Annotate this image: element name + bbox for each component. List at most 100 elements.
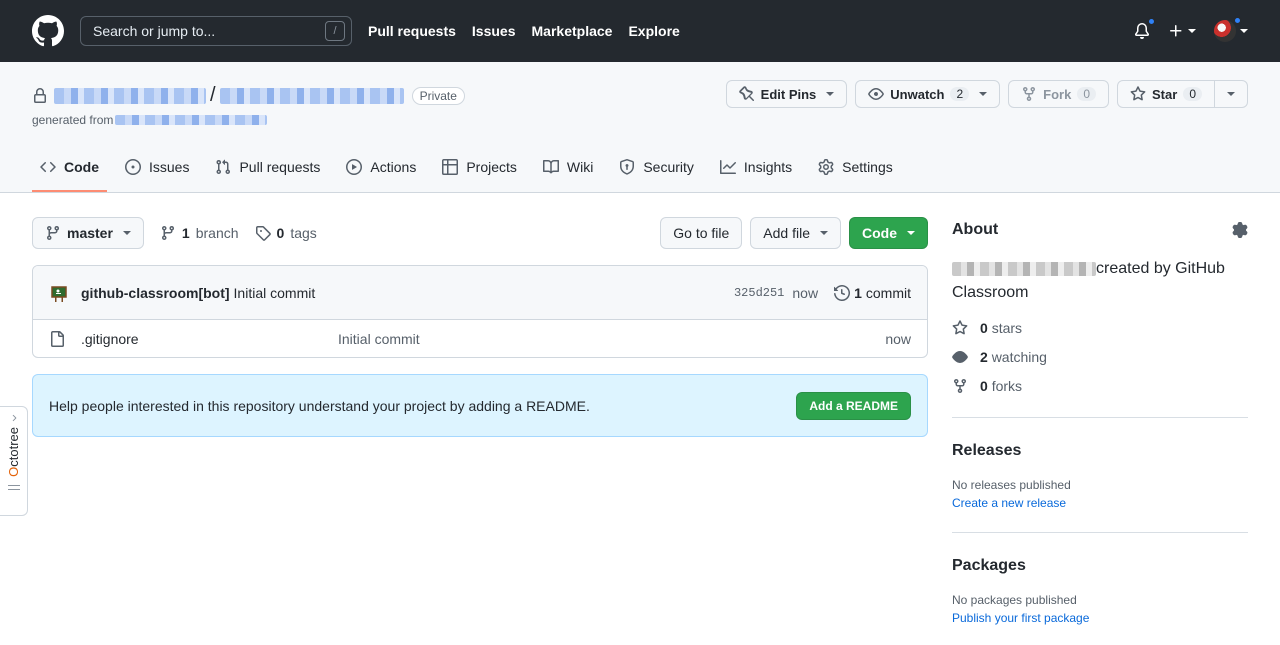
add-readme-button[interactable]: Add a README	[796, 391, 911, 420]
packages-title[interactable]: Packages	[952, 557, 1248, 575]
tab-insights[interactable]: Insights	[712, 144, 800, 192]
tab-label: Actions	[370, 159, 417, 175]
eye-icon	[868, 88, 885, 100]
fork-label: Fork	[1043, 86, 1072, 102]
avatar	[1214, 20, 1236, 42]
create-release-link[interactable]: Create a new release	[952, 496, 1248, 510]
branch-select-button[interactable]: master	[32, 217, 144, 249]
tab-issues[interactable]: Issues	[117, 144, 197, 192]
issue-icon	[125, 159, 141, 175]
add-file-label: Add file	[763, 225, 810, 241]
notifications-button[interactable]	[1134, 17, 1156, 39]
tab-projects[interactable]: Projects	[434, 144, 525, 192]
divider	[952, 417, 1248, 418]
tab-settings[interactable]: Settings	[810, 144, 901, 192]
stars-label: stars	[991, 320, 1023, 336]
commits-link[interactable]: 1 commit	[834, 285, 911, 301]
divider	[952, 532, 1248, 533]
file-actions: Go to file Add file Code	[660, 217, 928, 249]
file-age: now	[885, 330, 911, 347]
forks-label: forks	[991, 378, 1023, 394]
nav-pull-requests[interactable]: Pull requests	[368, 23, 456, 39]
repo-title: / Private	[32, 84, 465, 107]
create-new-button[interactable]	[1168, 23, 1196, 39]
tag-count: 0	[276, 225, 285, 241]
branches-link[interactable]: 1 branch	[160, 225, 239, 241]
star-counter: 0	[1183, 87, 1202, 101]
nav-explore[interactable]: Explore	[628, 23, 679, 39]
repo-header: / Private generated from Edit Pins Unwat…	[0, 62, 1280, 193]
table-row[interactable]: .gitignore Initial commit now	[33, 320, 927, 357]
code-label: Code	[862, 225, 897, 241]
go-to-file-button[interactable]: Go to file	[660, 217, 743, 249]
chevron-right-icon	[12, 414, 16, 422]
tab-actions[interactable]: Actions	[338, 144, 424, 192]
star-button[interactable]: Star 0	[1117, 80, 1215, 108]
chevron-down-icon	[1188, 29, 1196, 33]
tab-pull-requests[interactable]: Pull requests	[207, 144, 328, 192]
watchers-link[interactable]: 2 watching	[952, 348, 1248, 366]
gear-icon[interactable]	[1232, 222, 1248, 238]
code-dropdown-button[interactable]: Code	[849, 217, 928, 249]
star-lists-button[interactable]	[1215, 80, 1248, 108]
github-logo-icon[interactable]	[32, 15, 64, 47]
readme-banner: Help people interested in this repositor…	[32, 374, 928, 437]
tab-code[interactable]: Code	[32, 144, 107, 192]
branch-icon	[161, 226, 174, 241]
repo-owner-link[interactable]	[54, 87, 206, 104]
repo-name-link[interactable]	[219, 87, 404, 104]
user-menu-button[interactable]	[1214, 16, 1248, 42]
commit-author[interactable]: github-classroom[bot]	[81, 285, 230, 301]
status-indicator	[1233, 16, 1242, 25]
path-separator: /	[210, 84, 216, 106]
table-icon	[442, 159, 459, 175]
chevron-down-icon	[122, 231, 131, 235]
plus-icon	[1170, 25, 1182, 37]
file-icon	[51, 330, 64, 347]
tab-wiki[interactable]: Wiki	[535, 144, 601, 192]
tags-link[interactable]: 0 tags	[255, 225, 317, 241]
octotree-label-prefix: O	[6, 466, 21, 477]
releases-title[interactable]: Releases	[952, 442, 1248, 460]
history-icon	[834, 284, 851, 301]
commit-message[interactable]: Initial commit	[234, 285, 316, 301]
tab-label: Issues	[149, 159, 190, 175]
edit-pins-label: Edit Pins	[760, 86, 817, 102]
file-commit-message[interactable]: Initial commit	[338, 331, 420, 347]
tab-security[interactable]: Security	[611, 144, 702, 192]
nav-marketplace[interactable]: Marketplace	[532, 23, 613, 39]
code-icon	[40, 161, 56, 173]
fork-button[interactable]: Fork 0	[1008, 80, 1110, 108]
unwatch-button[interactable]: Unwatch 2	[855, 80, 1001, 108]
octotree-sidebar-toggle[interactable]: Octotree	[0, 406, 28, 516]
search-input[interactable]: Search or jump to... /	[80, 16, 352, 46]
file-name[interactable]: .gitignore	[81, 331, 338, 347]
commit-count: 1	[854, 284, 862, 301]
about-title: About	[952, 221, 999, 238]
nav-issues[interactable]: Issues	[472, 23, 516, 39]
branch-bar: master 1 branch 0 tags Go to file Add fi…	[32, 217, 928, 249]
chevron-down-icon	[979, 92, 988, 96]
top-nav: Pull requests Issues Marketplace Explore	[368, 23, 696, 39]
branch-icon	[46, 226, 59, 241]
tag-label: tags	[290, 225, 317, 241]
unwatch-label: Unwatch	[890, 86, 945, 102]
tab-label: Settings	[842, 159, 893, 175]
repo-description: created by GitHub Classroom	[952, 257, 1248, 305]
tag-icon	[255, 226, 271, 241]
redacted-text	[952, 261, 1096, 276]
tab-label: Insights	[743, 159, 793, 175]
fork-counter: 0	[1077, 87, 1097, 101]
stars-count: 0	[980, 320, 988, 336]
tab-label: Security	[643, 159, 694, 175]
template-repo-link[interactable]	[115, 115, 268, 125]
commit-meta: 325d251 now 1 commit	[734, 285, 911, 301]
edit-pins-button[interactable]: Edit Pins	[725, 80, 848, 108]
forks-link[interactable]: 0 forks	[952, 377, 1248, 395]
book-icon	[542, 159, 559, 174]
publish-package-link[interactable]: Publish your first package	[952, 611, 1248, 625]
bot-avatar-icon[interactable]	[49, 283, 69, 303]
commit-sha[interactable]: 325d251	[734, 286, 784, 300]
stars-link[interactable]: 0 stars	[952, 319, 1248, 337]
add-file-button[interactable]: Add file	[750, 217, 841, 249]
